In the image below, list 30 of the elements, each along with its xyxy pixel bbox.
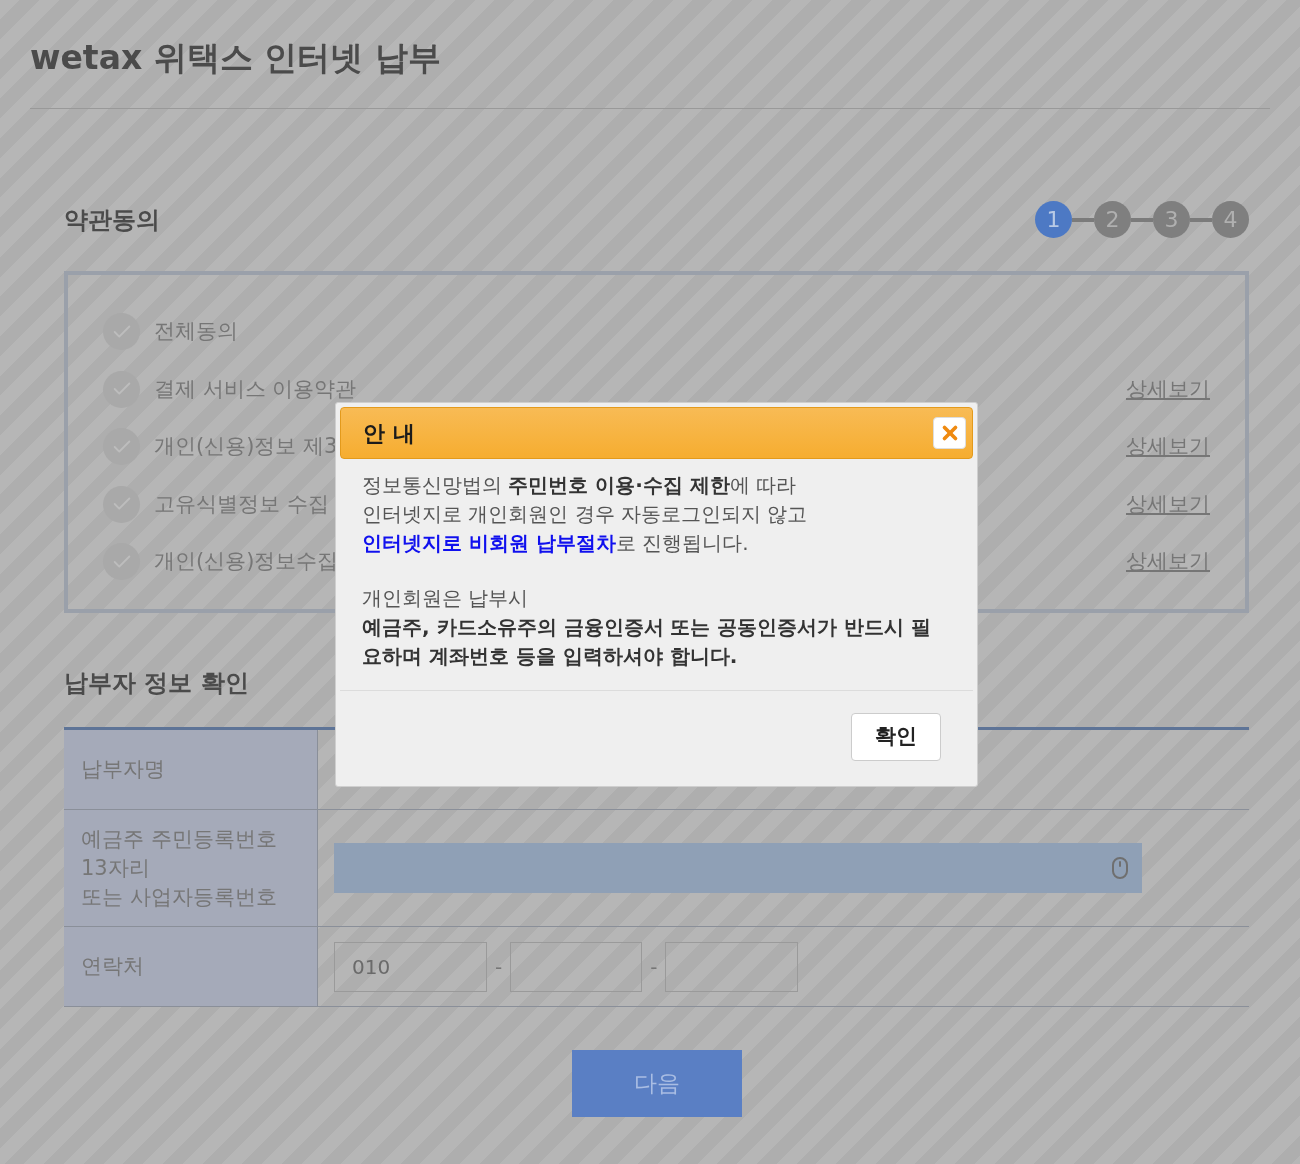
terms-label: 개인(신용)정보수집 <box>154 548 339 575</box>
page-title: wetax 위택스 인터넷 납부 <box>30 36 1270 109</box>
step-indicator: 1 <box>1035 201 1072 238</box>
id-number-field[interactable] <box>334 843 1142 893</box>
row-label: 13자리 <box>81 854 150 882</box>
phone-field[interactable]: 010 <box>334 941 487 992</box>
detail-link[interactable]: 상세보기 <box>1126 488 1210 520</box>
section-heading: 약관동의 <box>64 204 160 236</box>
notice-paragraph: 개인회원은 납부시 예금주, 카드소유주의 금융인증서 또는 공동인증서가 반드시 필요하며 계좌번호 등을 입력하셔야 합니다. <box>362 585 933 670</box>
detail-link[interactable]: 상세보기 <box>1126 546 1210 578</box>
terms-label: 전체동의 <box>154 318 238 345</box>
row-label: 연락처 <box>81 953 144 980</box>
row-label: 납부자명 <box>81 756 165 783</box>
dialog-title: 안 내 <box>363 419 415 448</box>
terms-label: 결제 서비스 이용약관 <box>154 375 357 403</box>
section-heading: 납부자 정보 확인 <box>64 668 249 699</box>
terms-label: 고유식별정보 수집 <box>154 490 329 518</box>
row-label: 예금주 주민등록번호 <box>81 825 277 853</box>
dash-separator: - <box>495 953 503 981</box>
dash-separator: - <box>650 953 658 981</box>
confirm-button[interactable]: 확인 <box>851 712 941 761</box>
phone-field[interactable] <box>665 941 799 992</box>
terms-label: 개인(신용)정보 제3 <box>154 433 338 460</box>
detail-link[interactable]: 상세보기 <box>1126 373 1210 405</box>
phone-field[interactable] <box>510 941 643 992</box>
close-button[interactable] <box>933 417 966 449</box>
detail-link[interactable]: 상세보기 <box>1126 431 1210 463</box>
row-label: 또는 사업자등록번호 <box>81 883 277 911</box>
notice-paragraph: 정보통신망법의 주민번호 이용·수집 제한에 따라 인터넷지로 개인회원인 경우 자동로그인되지 않고 인터넷지로 비회원 납부절차로 진행됩니다. <box>362 472 809 557</box>
next-button[interactable]: 다음 <box>571 1050 742 1117</box>
